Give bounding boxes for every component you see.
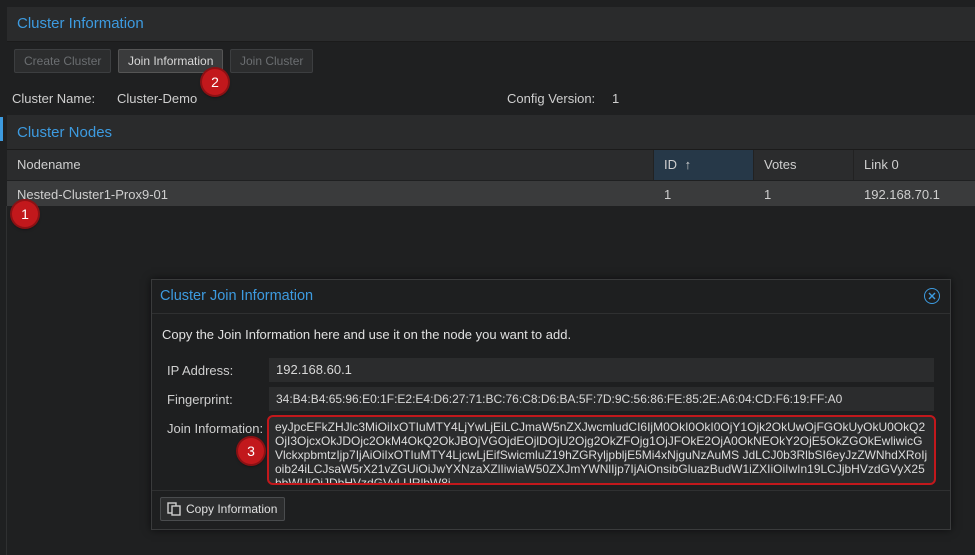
join-information-button[interactable]: Join Information [118,49,224,73]
cluster-name-label: Cluster Name: [12,91,96,106]
step-marker-1: 1 [12,201,38,227]
column-link0[interactable]: Link 0 [854,150,975,180]
ip-address-field[interactable]: 192.168.60.1 [269,358,934,382]
row-nodename: Nested-Cluster1-Prox9-01 [17,187,169,202]
dialog-title-divider [152,313,950,314]
ip-address-label: IP Address: [167,363,234,378]
column-id[interactable]: ID ↑ [654,150,754,180]
cluster-nodes-header: Cluster Nodes [7,115,975,150]
row-id: 1 [664,187,672,202]
column-nodename-label: Nodename [17,157,81,172]
dialog-instructions: Copy the Join Information here and use i… [162,327,572,342]
join-information-text: eyJpcEFkZHJlc3MiOiIxOTIuMTY4LjYwLjEiLCJm… [275,420,928,485]
column-votes-label: Votes [764,157,797,172]
column-nodename[interactable]: Nodename [7,150,654,180]
column-link0-label: Link 0 [864,157,899,172]
column-id-label: ID [664,157,677,172]
fingerprint-field[interactable]: 34:B4:B4:65:96:E0:1F:E2:E4:D6:27:71:BC:7… [269,387,934,411]
cluster-name-value: Cluster-Demo [117,91,198,106]
table-row[interactable]: Nested-Cluster1-Prox9-01 1 1 192.168.70.… [7,181,975,206]
copy-information-label: Copy Information [186,502,278,516]
create-cluster-button[interactable]: Create Cluster [14,49,112,73]
join-cluster-button[interactable]: Join Cluster [230,49,314,73]
copy-icon [167,502,181,516]
grid-left-border [6,206,7,555]
column-votes[interactable]: Votes [754,150,854,180]
cluster-nodes-title: Cluster Nodes [17,124,113,141]
step-marker-3: 3 [238,438,264,464]
join-information-textarea[interactable]: eyJpcEFkZHJlc3MiOiIxOTIuMTY4LjYwLjEiLCJm… [267,415,936,485]
fingerprint-label: Fingerprint: [167,392,233,407]
cluster-info-title: Cluster Information [17,15,144,32]
step-marker-2: 2 [202,69,228,95]
row-votes: 1 [764,187,772,202]
dialog-footer-divider [152,490,950,491]
copy-information-button[interactable]: Copy Information [160,497,285,521]
config-version-label: Config Version: [507,91,596,106]
close-icon[interactable] [924,288,940,304]
row-link0: 192.168.70.1 [864,187,940,202]
sort-ascending-icon: ↑ [684,157,692,172]
cluster-info-header: Cluster Information [7,7,975,42]
config-version-value: 1 [612,91,620,106]
join-information-label: Join Information: [167,421,264,436]
nodes-accent-strip [0,117,3,141]
dialog-title: Cluster Join Information [160,288,314,304]
join-info-dialog: Cluster Join Information Copy the Join I… [151,279,951,530]
